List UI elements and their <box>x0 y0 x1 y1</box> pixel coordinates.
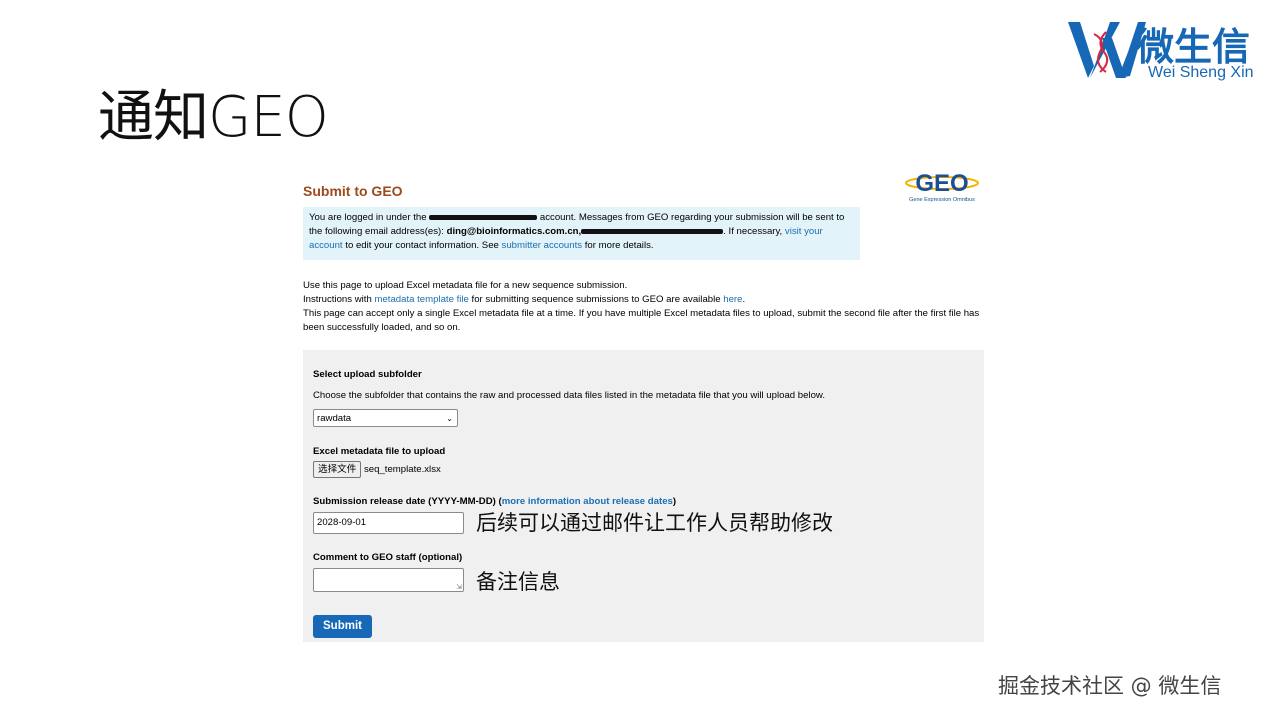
release-info-link[interactable]: more information about release dates <box>502 496 673 507</box>
intro-text-segment: for submitting sequence submissions to G… <box>471 294 721 305</box>
geo-logo-icon: GEO <box>905 170 979 197</box>
contact-email: ding@bioinformatics.com.cn, <box>446 226 582 237</box>
instructions-here-link[interactable]: here <box>723 294 742 305</box>
intro-line: This page can accept only a single Excel… <box>303 308 980 333</box>
intro-text: Use this page to upload Excel metadata f… <box>303 279 983 335</box>
subfolder-select[interactable]: rawdata ⌄ <box>313 409 458 427</box>
choose-file-button[interactable]: 选择文件 <box>313 461 362 478</box>
geo-submission-page: Submit to GEO GEO Gene Expression Omnibu… <box>296 166 986 646</box>
comment-textarea[interactable]: ⇲ <box>313 568 464 592</box>
comment-label: Comment to GEO staff (optional) <box>313 552 463 563</box>
release-date-label: Submission release date (YYYY-MM-DD) (mo… <box>313 496 676 507</box>
brand-name-cn: 微生信 <box>1136 25 1251 69</box>
intro-line: Instructions with metadata template file… <box>303 293 983 307</box>
metadata-file-label: Excel metadata file to upload <box>313 446 446 457</box>
chevron-down-icon: ⌄ <box>446 414 453 423</box>
release-date-label-text: Submission release date (YYYY-MM-DD) <box>313 496 496 507</box>
login-info-box: You are logged in under the account. Mes… <box>303 207 860 260</box>
intro-text-segment: Instructions with <box>303 294 372 305</box>
submitter-accounts-link[interactable]: submitter accounts <box>502 240 583 251</box>
subfolder-selected-value: rawdata <box>317 413 352 424</box>
geo-logo-caption: Gene Expression Omnibus <box>909 197 975 203</box>
footer-watermark: 掘金技术社区 @ 微生信 <box>998 674 1222 698</box>
subfolder-help: Choose the subfolder that contains the r… <box>313 390 825 401</box>
weishengxin-w-icon <box>1068 22 1146 78</box>
login-text: to edit your contact information. See <box>345 240 499 251</box>
login-text: . If necessary, <box>723 226 783 237</box>
login-text: You are logged in under the <box>309 212 427 223</box>
intro-line: Use this page to upload Excel metadata f… <box>303 280 628 291</box>
geo-logo[interactable]: GEO Gene Expression Omnibus <box>900 168 984 210</box>
redacted-username <box>429 214 538 220</box>
resize-handle-icon[interactable]: ⇲ <box>456 583 462 591</box>
page-heading: Submit to GEO <box>303 183 403 199</box>
brand-logo: 微生信 Wei Sheng Xin <box>1066 18 1271 84</box>
release-paren-close: ) <box>672 496 677 507</box>
submit-button[interactable]: Submit <box>313 615 372 638</box>
release-date-annotation: 后续可以通过邮件让工作人员帮助修改 <box>476 511 833 535</box>
subfolder-label: Select upload subfolder <box>313 369 422 380</box>
slide-title: 通知GEO <box>98 85 329 150</box>
release-date-input[interactable]: 2028-09-01 <box>313 512 464 534</box>
selected-file-name: seq_template.xlsx <box>364 464 441 475</box>
brand-name-en: Wei Sheng Xin <box>1148 64 1254 81</box>
redacted-email <box>581 228 724 234</box>
intro-text-segment: . <box>742 294 746 305</box>
comment-annotation: 备注信息 <box>476 570 560 594</box>
geo-logo-text: GEO <box>915 170 968 197</box>
metadata-template-link[interactable]: metadata template file <box>374 294 468 305</box>
login-text: for more details. <box>584 240 654 251</box>
upload-form: Select upload subfolder Choose the subfo… <box>303 350 984 642</box>
